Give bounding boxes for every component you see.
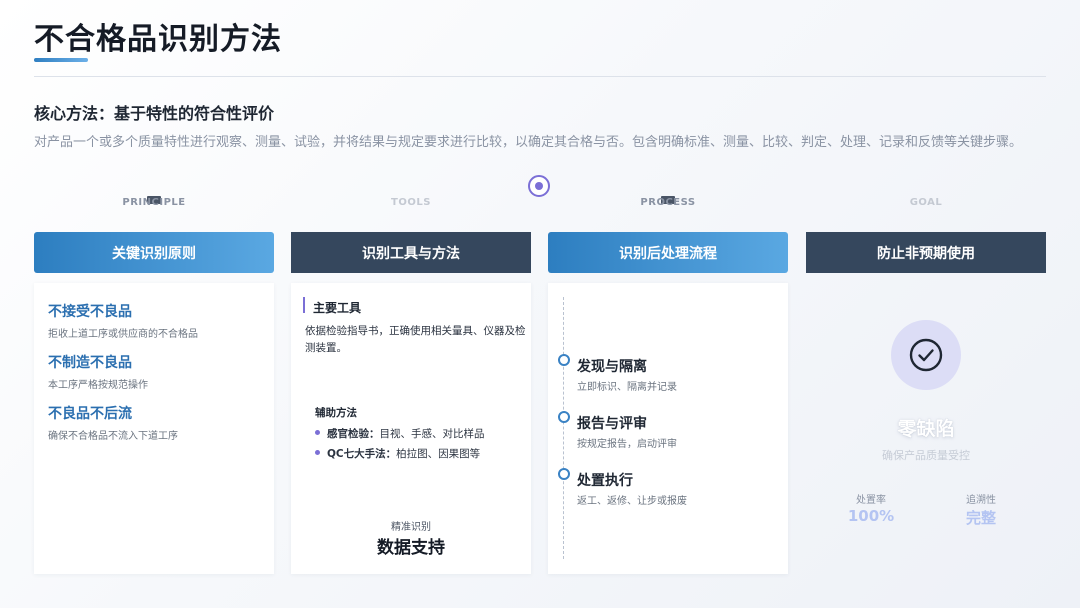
page-title: 不合格品识别方法	[34, 22, 282, 57]
check-circle-icon	[909, 338, 943, 372]
aux-method-item: 感官检验：目视、手感、对比样品	[315, 426, 485, 441]
principle-desc: 确保不合格品不流入下道工序	[48, 431, 178, 442]
process-step-title: 发现与隔离	[577, 359, 647, 375]
process-timeline	[563, 297, 564, 559]
principle-title: 不制造不良品	[48, 355, 132, 371]
principle-header: 关键识别原则	[34, 232, 274, 273]
principle-desc: 拒收上道工序或供应商的不合格品	[48, 329, 198, 340]
aux-method-value: 柏拉图、因果图等	[396, 448, 481, 460]
bullet-icon	[315, 429, 320, 435]
main-tools-title: 主要工具	[313, 301, 362, 315]
title-accent-bar	[34, 58, 88, 62]
aux-method-value: 目视、手感、对比样品	[379, 428, 485, 440]
process-step-desc: 立即标识、隔离并记录	[577, 382, 677, 393]
tool-accent-bar	[303, 297, 305, 313]
section-subtitle: 核心方法：基于特性的符合性评价	[34, 104, 275, 123]
stat-label: 处置率	[856, 495, 886, 506]
target-dot-icon	[528, 175, 550, 197]
section-description: 对产品一个或多个质量特性进行观察、测量、试验，并将结果与规定要求进行比较，以确定…	[34, 135, 1023, 150]
aux-method-key: 感官检验：	[327, 428, 380, 440]
goal-sub-text: 确保产品质量受控	[882, 449, 970, 462]
precision-value: 数据支持	[377, 538, 445, 558]
process-card: 发现与隔离 立即标识、隔离并记录 报告与评审 按规定报告，启动评审 处置执行 返…	[548, 283, 788, 574]
goal-header: 防止非预期使用	[806, 232, 1046, 273]
stat-value: 完整	[965, 509, 996, 527]
eyebrow-process: PROCESS	[640, 197, 696, 208]
stat-label: 追溯性	[966, 495, 996, 506]
aux-method-key: QC七大手法：	[327, 448, 397, 460]
principle-title: 不良品不后流	[48, 406, 132, 422]
goal-main-text: 零缺陷	[897, 418, 955, 440]
eyebrow-goal: GOAL	[909, 197, 943, 208]
goal-badge	[891, 320, 961, 390]
timeline-node-icon	[558, 468, 570, 480]
principle-item: 不良品不后流 确保不合格品不流入下道工序	[48, 403, 178, 442]
main-tools-text: 依据检验指导书，正确使用相关量具、仪器及检测装置。	[305, 325, 526, 354]
principle-card: 不接受不良品 拒收上道工序或供应商的不合格品 不制造不良品 本工序严格按规范操作…	[34, 283, 274, 574]
bullet-icon	[315, 449, 320, 455]
aux-methods-title: 辅助方法	[315, 407, 357, 419]
aux-method-item: QC七大手法：柏拉图、因果图等	[315, 446, 480, 461]
eyebrow-principle: PRINCIPLE	[122, 197, 186, 208]
process-step-title: 处置执行	[577, 473, 633, 489]
title-divider	[34, 76, 1046, 77]
tools-header: 识别工具与方法	[291, 232, 531, 273]
tools-card: 主要工具 依据检验指导书，正确使用相关量具、仪器及检测装置。 辅助方法 感官检验…	[291, 283, 531, 574]
principle-title: 不接受不良品	[48, 304, 132, 320]
precision-label: 精准识别	[391, 522, 431, 533]
stat-value: 100%	[847, 507, 895, 525]
principle-desc: 本工序严格按规范操作	[48, 380, 148, 391]
process-step-title: 报告与评审	[577, 416, 647, 432]
process-header: 识别后处理流程	[548, 232, 788, 273]
timeline-node-icon	[558, 411, 570, 423]
principle-item: 不接受不良品 拒收上道工序或供应商的不合格品	[48, 301, 198, 340]
principle-item: 不制造不良品 本工序严格按规范操作	[48, 352, 148, 391]
process-step-desc: 返工、返修、让步或报废	[577, 496, 687, 507]
eyebrow-tools: TOOLS	[391, 197, 431, 208]
process-step-desc: 按规定报告，启动评审	[577, 439, 677, 450]
timeline-node-icon	[558, 354, 570, 366]
